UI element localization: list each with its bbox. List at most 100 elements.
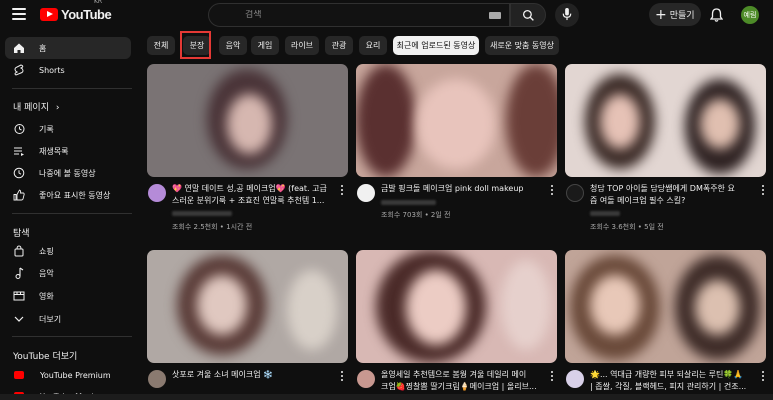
chip-tourism[interactable]: 관광 [325, 36, 353, 55]
sidebar-item-shopping[interactable]: 쇼핑 [5, 240, 131, 262]
create-button[interactable]: + 만들기 [649, 3, 701, 26]
title-line: 올영세일 추천템으로 봄웜 겨울 데일리 메이 [381, 370, 527, 379]
sidebar-item-label: 나중에 볼 동영상 [39, 168, 96, 178]
playlist-icon [14, 147, 24, 156]
chip-cooking[interactable]: 요리 [359, 36, 387, 55]
more-options-icon[interactable] [551, 371, 554, 382]
heading-label: 내 페이지 [13, 103, 49, 113]
sidebar-item-playlist[interactable]: 재생목록 [5, 140, 131, 162]
notifications-bell-icon[interactable] [710, 8, 723, 22]
sidebar-item-label: 더보기 [39, 314, 62, 324]
history-icon [14, 124, 25, 134]
sidebar-item-watch-later[interactable]: 나중에 볼 동영상 [5, 162, 131, 184]
music-note-icon [15, 267, 24, 279]
thumbnail-blur [700, 99, 740, 149]
channel-name-blurred [381, 200, 436, 205]
title-line: 즘 여돌 메이크업 필수 스킬? [590, 196, 686, 205]
thumbnail-blur [590, 275, 640, 335]
video-thumbnail[interactable] [565, 250, 766, 363]
chip-music[interactable]: 음악 [219, 36, 247, 55]
sidebar-heading-my-page[interactable]: 내 페이지 › [13, 100, 59, 113]
create-label: 만들기 [669, 11, 695, 21]
video-title[interactable]: 금발 핑크돌 메이크업 pink doll makeup [381, 183, 546, 195]
clock-icon [13, 167, 25, 179]
search-icon [522, 9, 534, 21]
title-line: 금발 핑크돌 메이크업 pink doll makeup [381, 184, 524, 193]
sidebar-item-label: YouTube Premium [40, 370, 111, 380]
more-options-icon[interactable] [341, 371, 344, 382]
sidebar-item-music[interactable]: 음악 [5, 262, 131, 284]
video-thumbnail[interactable] [356, 64, 557, 177]
shopping-bag-icon [14, 245, 24, 257]
youtube-premium-icon [14, 371, 24, 379]
sidebar-divider [12, 213, 132, 214]
sidebar-item-label: Shorts [39, 65, 65, 75]
channel-avatar[interactable] [566, 184, 584, 202]
thumbnail-blur [227, 94, 272, 154]
video-thumbnail[interactable] [147, 64, 348, 177]
more-options-icon[interactable] [341, 185, 344, 196]
channel-avatar[interactable] [148, 370, 166, 388]
sidebar-divider [12, 88, 132, 89]
chip-games[interactable]: 게임 [251, 36, 279, 55]
top-bar: YouTube KR + 만들기 예림 [0, 0, 773, 30]
title-line: 스러운 분위기룩 + 조효진 연말룩 추천템 1... [172, 196, 325, 205]
channel-avatar[interactable] [357, 370, 375, 388]
more-options-icon[interactable] [551, 185, 554, 196]
chip-live[interactable]: 라이브 [285, 36, 319, 55]
video-meta: 조회수 703회 • 2일 전 [381, 211, 451, 219]
chip-new-to-you[interactable]: 새로운 맞춤 동영상 [485, 36, 559, 55]
video-title[interactable]: 💖 연말 데이트 성,공 메이크업💖 (feat. 고급 스러운 분위기룩 + … [172, 183, 337, 207]
sidebar-item-home[interactable]: 홈 [5, 37, 131, 59]
sidebar-item-shorts[interactable]: Shorts [5, 59, 131, 81]
thumbs-up-icon [13, 189, 25, 201]
sidebar-item-history[interactable]: 기록 [5, 118, 131, 140]
chip-recently-uploaded[interactable]: 최근에 업로드된 동영상 [393, 36, 479, 55]
video-title[interactable]: 삿포로 겨울 소녀 메이크업 ❄️ [172, 369, 337, 381]
country-code: KR [94, 0, 103, 5]
chip-all[interactable]: 전체 [147, 36, 175, 55]
annotation-highlight-box [180, 31, 211, 59]
thumbnail-blur [501, 260, 551, 350]
sidebar-item-youtube-premium[interactable]: YouTube Premium [5, 364, 131, 386]
video-title[interactable]: 올영세일 추천템으로 봄웜 겨울 데일리 메이 크업🍓찡찰쁨 딸기크림🍦메이크업… [381, 369, 551, 393]
channel-avatar[interactable] [566, 370, 584, 388]
keyboard-icon[interactable] [489, 12, 501, 19]
sidebar-item-label: 음악 [39, 268, 54, 278]
more-options-icon[interactable] [762, 185, 765, 196]
sidebar-heading-more-youtube: YouTube 더보기 [13, 352, 78, 362]
thumbnail-blur [695, 280, 740, 335]
thumbnail-blur [600, 94, 640, 149]
sidebar-item-liked-videos[interactable]: 좋아요 표시한 동영상 [5, 184, 131, 206]
youtube-logo[interactable]: YouTube [40, 7, 112, 22]
more-options-icon[interactable] [762, 371, 765, 382]
search-input[interactable] [245, 10, 475, 20]
channel-avatar[interactable] [357, 184, 375, 202]
channel-avatar[interactable] [148, 184, 166, 202]
voice-search-button[interactable] [555, 3, 579, 27]
sidebar-item-movies[interactable]: 영화 [5, 285, 131, 307]
film-icon [13, 291, 25, 301]
chevron-down-icon [14, 316, 24, 322]
sidebar-item-show-more[interactable]: 더보기 [5, 308, 131, 330]
video-thumbnail[interactable] [356, 250, 557, 363]
microphone-icon [562, 8, 572, 21]
menu-icon[interactable] [12, 8, 26, 20]
video-thumbnail[interactable] [147, 250, 348, 363]
title-line: 🌟... 역대급 개량한 피부 되살리는 루틴🍀🙏 [590, 370, 744, 379]
sidebar-item-label: 홈 [39, 43, 47, 53]
sidebar-item-label: 영화 [39, 291, 54, 301]
logo-text: YouTube [61, 7, 112, 22]
shorts-icon [14, 64, 24, 76]
sidebar-item-label: 재생목록 [39, 146, 69, 156]
thumbnail-blur [287, 270, 337, 350]
search-box[interactable] [208, 3, 510, 27]
account-avatar[interactable]: 예림 [741, 6, 759, 24]
search-button[interactable] [510, 3, 546, 27]
thumbnail-blur [406, 270, 466, 345]
channel-name-blurred [590, 211, 620, 216]
video-thumbnail[interactable] [565, 64, 766, 177]
video-title[interactable]: 청담 TOP 아이돌 담당쌤에게 DM폭주한 요 즘 여돌 메이크업 필수 스킬… [590, 183, 760, 207]
video-title[interactable]: 🌟... 역대급 개량한 피부 되살리는 루틴🍀🙏 | 좁쌀, 각질, 블랙헤드… [590, 369, 760, 393]
sidebar-heading-explore: 탐색 [13, 229, 30, 239]
